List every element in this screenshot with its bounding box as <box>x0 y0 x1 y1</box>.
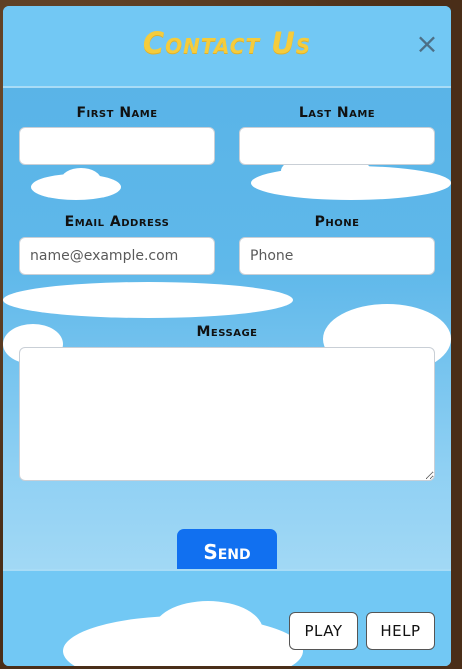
modal-footer: PLAY HELP <box>3 569 451 666</box>
email-label: Email Address <box>64 214 170 230</box>
contact-modal: Contact Us × First Name Last Name Email … <box>3 6 451 666</box>
email-field[interactable] <box>19 237 215 275</box>
last-name-field[interactable] <box>239 127 435 165</box>
close-icon[interactable]: × <box>415 30 439 58</box>
cloud-decoration <box>153 601 263 661</box>
message-field[interactable] <box>19 347 435 481</box>
play-button[interactable]: PLAY <box>289 612 358 650</box>
modal-header: Contact Us × <box>3 6 451 88</box>
phone-field[interactable] <box>239 237 435 275</box>
first-name-field[interactable] <box>19 127 215 165</box>
last-name-label: Last Name <box>298 105 376 121</box>
modal-title: Contact Us <box>142 26 312 60</box>
message-label: Message <box>196 324 258 340</box>
cloud-decoration <box>61 168 101 192</box>
cloud-decoration <box>3 282 293 318</box>
help-button[interactable]: HELP <box>366 612 435 650</box>
first-name-label: First Name <box>76 105 158 121</box>
phone-label: Phone <box>314 214 360 230</box>
